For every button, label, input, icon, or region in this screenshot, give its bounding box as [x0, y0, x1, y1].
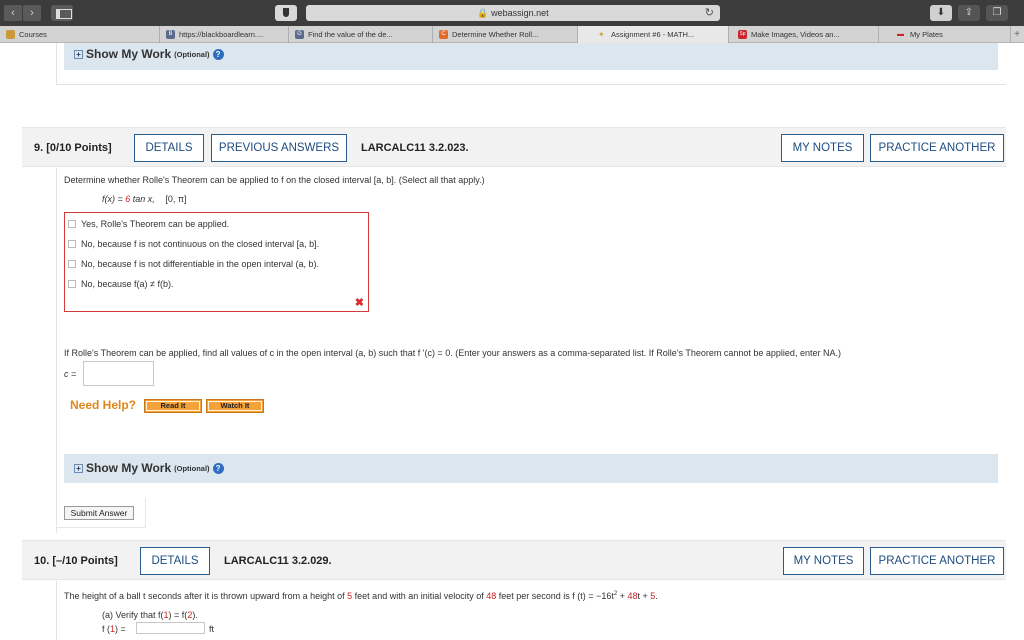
- help-icon[interactable]: ?: [212, 462, 224, 474]
- forward-icon[interactable]: ›: [23, 5, 41, 21]
- choice-label: Yes, Rolle's Theorem can be applied.: [81, 219, 230, 229]
- choice-label: No, because f is not differentiable in t…: [81, 259, 319, 269]
- my-notes-button[interactable]: MY NOTES: [781, 134, 864, 162]
- tab-label: https://blackboardlearn....: [179, 30, 264, 39]
- tab-label: Courses: [19, 30, 47, 39]
- courses-tab-icon: [6, 30, 15, 39]
- tab-label: Make Images, Videos an...: [751, 30, 840, 39]
- submit-answer-button[interactable]: Submit Answer: [64, 506, 134, 520]
- tab-find-value[interactable]: G Find the value of the de...: [289, 26, 433, 43]
- checkbox[interactable]: [68, 220, 76, 228]
- choice-3[interactable]: No, because f is not differentiable in t…: [68, 259, 319, 269]
- address-bar[interactable]: 🔒 webassign.net ↻: [306, 5, 720, 21]
- showwork-label: Show My Work: [86, 461, 172, 475]
- question-9-prompt: Determine whether Rolle's Theorem can be…: [64, 175, 485, 185]
- blackboard-tab-icon: B: [166, 30, 175, 39]
- choice-1[interactable]: Yes, Rolle's Theorem can be applied.: [68, 219, 229, 229]
- top-showwork-toggle[interactable]: + Show My Work (Optional) ?: [74, 47, 224, 61]
- checkbox[interactable]: [68, 260, 76, 268]
- checkbox[interactable]: [68, 280, 76, 288]
- q10-left-border: [56, 581, 57, 640]
- share-icon[interactable]: ⇪: [958, 5, 980, 21]
- nav-buttons: ‹ ›: [4, 5, 42, 21]
- tab-label: My Plates: [910, 30, 943, 39]
- tab-label: Determine Whether Roll...: [452, 30, 539, 39]
- toolbar-right-icons: ⬇ ⇪ ❐: [930, 5, 1014, 21]
- tab-assignment[interactable]: ✦ Assignment #6 - MATH...: [578, 26, 729, 43]
- shield-icon[interactable]: [275, 5, 297, 21]
- practice-another-button[interactable]: PRACTICE ANOTHER: [870, 134, 1004, 162]
- reload-icon[interactable]: ↻: [705, 5, 714, 21]
- showwork-optional: (Optional): [174, 463, 210, 473]
- chegg-study-tab-icon: C: [439, 30, 448, 39]
- tab-my-plates[interactable]: ▬ My Plates: [879, 26, 1011, 43]
- incorrect-icon: ✖: [354, 297, 364, 309]
- choice-label: No, because f(a) ≠ f(b).: [81, 279, 174, 289]
- choice-2[interactable]: No, because f is not continuous on the c…: [68, 239, 319, 249]
- tab-blackboard[interactable]: B https://blackboardlearn....: [160, 26, 289, 43]
- expand-icon: +: [74, 463, 83, 473]
- question-9-header: 9. [0/10 Points] DETAILS PREVIOUS ANSWER…: [22, 127, 1006, 167]
- question-10-header: 10. [–/10 Points] DETAILS LARCALC11 3.2.…: [22, 540, 1006, 580]
- tab-label: Assignment #6 - MATH...: [611, 30, 695, 39]
- my-notes-button[interactable]: MY NOTES: [783, 547, 864, 575]
- question-10-number: 10. [–/10 Points]: [34, 555, 118, 567]
- c-answer-input[interactable]: [83, 361, 154, 386]
- choice-4[interactable]: No, because f(a) ≠ f(b).: [68, 279, 173, 289]
- section-divider: [56, 84, 1006, 85]
- read-it-button[interactable]: Read It: [144, 399, 202, 413]
- question-10-prompt: The height of a ball t seconds after it …: [64, 591, 658, 601]
- checkbox[interactable]: [68, 240, 76, 248]
- details-button[interactable]: DETAILS: [140, 547, 210, 575]
- spark-tab-icon: Sp: [738, 30, 747, 39]
- browser-toolbar: ‹ › 🔒 webassign.net ↻ ⬇ ⇪ ❐: [0, 0, 1024, 26]
- choices-box: Yes, Rolle's Theorem can be applied. No,…: [64, 212, 369, 312]
- tab-courses[interactable]: Courses: [0, 26, 160, 43]
- practice-another-button[interactable]: PRACTICE ANOTHER: [870, 547, 1004, 575]
- showwork-optional: (Optional): [174, 49, 210, 59]
- download-icon[interactable]: ⬇: [930, 5, 952, 21]
- tab-bar: Courses B https://blackboardlearn.... G …: [0, 26, 1024, 43]
- expand-icon: +: [74, 49, 83, 59]
- previous-answers-button[interactable]: PREVIOUS ANSWERS: [211, 134, 347, 162]
- q9-showwork-toggle[interactable]: + Show My Work (Optional) ?: [74, 461, 224, 475]
- chegg-tab-icon: G: [295, 30, 304, 39]
- f1-unit: ft: [209, 624, 215, 634]
- url-text: webassign.net: [491, 8, 549, 18]
- tab-label: Find the value of the de...: [308, 30, 393, 39]
- lock-icon: 🔒: [477, 8, 489, 18]
- q9-left-border: [56, 168, 57, 533]
- page-content: + Show My Work (Optional) ? 9. [0/10 Poi…: [0, 43, 1024, 640]
- part-a-prompt: (a) Verify that f(1) = f(2).: [102, 610, 198, 620]
- sidebar-toggle-icon[interactable]: [51, 5, 73, 21]
- need-help-label: Need Help?: [70, 398, 137, 412]
- f1-input[interactable]: [136, 622, 205, 634]
- help-icon[interactable]: ?: [212, 48, 224, 60]
- back-icon[interactable]: ‹: [4, 5, 22, 21]
- part-2-prompt: If Rolle's Theorem can be applied, find …: [64, 348, 841, 358]
- left-divider: [56, 43, 57, 85]
- new-tab-icon[interactable]: +: [1011, 26, 1024, 42]
- question-9-number: 9. [0/10 Points]: [34, 142, 112, 154]
- plates-tab-icon: ▬: [897, 31, 904, 38]
- f1-label: f (1) =: [102, 624, 126, 634]
- choice-label: No, because f is not continuous on the c…: [81, 239, 320, 249]
- watch-it-button[interactable]: Watch It: [206, 399, 264, 413]
- question-9-code: LARCALC11 3.2.023.: [361, 142, 469, 154]
- c-label: c =: [64, 369, 77, 379]
- function-definition: f(x) = 6 tan x, [0, π]: [102, 194, 187, 204]
- tab-determine-whether[interactable]: C Determine Whether Roll...: [433, 26, 578, 43]
- tabs-overview-icon[interactable]: ❐: [986, 5, 1008, 21]
- question-10-code: LARCALC11 3.2.029.: [224, 555, 332, 567]
- details-button[interactable]: DETAILS: [134, 134, 204, 162]
- showwork-label: Show My Work: [86, 47, 172, 61]
- webassign-tab-icon: ✦: [598, 30, 605, 39]
- tab-spark[interactable]: Sp Make Images, Videos an...: [729, 26, 879, 43]
